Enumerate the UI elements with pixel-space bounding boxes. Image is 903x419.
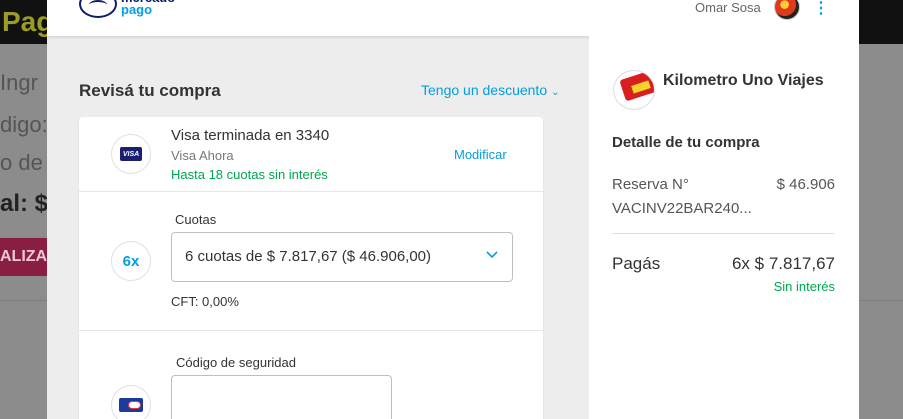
detail-title: Detalle de tu compra <box>612 134 760 151</box>
divider <box>79 191 543 192</box>
visa-icon: VISA <box>120 147 142 161</box>
total-label: Pagás <box>612 254 661 273</box>
card-title: Visa terminada en 3340 <box>171 127 330 144</box>
chevron-down-icon <box>486 251 498 259</box>
interest-note: Sin interés <box>773 279 835 294</box>
discount-link[interactable]: Tengo un descuento ⌄ <box>421 82 560 98</box>
reservation-label: Reserva N° VACINV22BAR240... <box>612 176 752 217</box>
discount-link-label: Tengo un descuento <box>421 82 548 98</box>
modal-header: mercado pago Omar Sosa ⋮ <box>47 0 859 36</box>
installments-count-label: 6x <box>122 252 140 270</box>
avatar[interactable] <box>774 0 800 20</box>
divider <box>612 233 834 234</box>
modify-payment-link[interactable]: Modificar <box>454 147 507 162</box>
security-code-label: Código de seguridad <box>176 355 296 370</box>
page-title: Revisá tu compra <box>79 81 221 100</box>
background-text-line: digo: <box>0 112 48 137</box>
seller-name: Kilometro Uno Viajes <box>663 72 824 89</box>
security-code-icon <box>111 385 151 419</box>
seller-logo <box>613 70 655 110</box>
purchase-summary: Kilometro Uno Viajes Detalle de tu compr… <box>589 36 859 419</box>
installments-label: Cuotas <box>175 212 217 227</box>
divider <box>79 330 543 331</box>
card-brand-icon: VISA <box>111 134 151 174</box>
card-subtitle: Visa Ahora <box>171 148 234 163</box>
total-amount: 6x $ 7.817,67 <box>731 254 835 273</box>
background-text-line: o de <box>0 150 43 175</box>
card-cvv-icon <box>119 398 143 412</box>
installments-select[interactable]: 6 cuotas de $ 7.817,67 ($ 46.906,00) <box>171 232 513 282</box>
reservation-amount: $ 46.906 <box>776 176 835 193</box>
installments-icon: 6x <box>111 241 151 281</box>
security-code-input[interactable] <box>171 375 392 419</box>
user-name[interactable]: Omar Sosa <box>695 0 761 15</box>
payment-card: VISA Visa terminada en 3340 Visa Ahora H… <box>79 117 543 419</box>
mercadopago-logo: mercado pago <box>79 0 175 18</box>
background-finalize-button: ALIZAR <box>0 238 48 276</box>
installments-promo: Hasta 18 cuotas sin interés <box>171 167 328 182</box>
handshake-icon <box>79 0 117 18</box>
logo-text-line2: pago <box>121 2 153 17</box>
chevron-down-icon: ⌄ <box>551 87 560 98</box>
cft-text: CFT: 0,00% <box>171 294 239 309</box>
background-text-line: Ingr <box>0 70 38 95</box>
installments-selected-value: 6 cuotas de $ 7.817,67 ($ 46.906,00) <box>185 248 432 265</box>
checkout-modal: mercado pago Omar Sosa ⋮ Revisá tu compr… <box>47 0 859 419</box>
kebab-menu-icon[interactable]: ⋮ <box>813 0 829 18</box>
